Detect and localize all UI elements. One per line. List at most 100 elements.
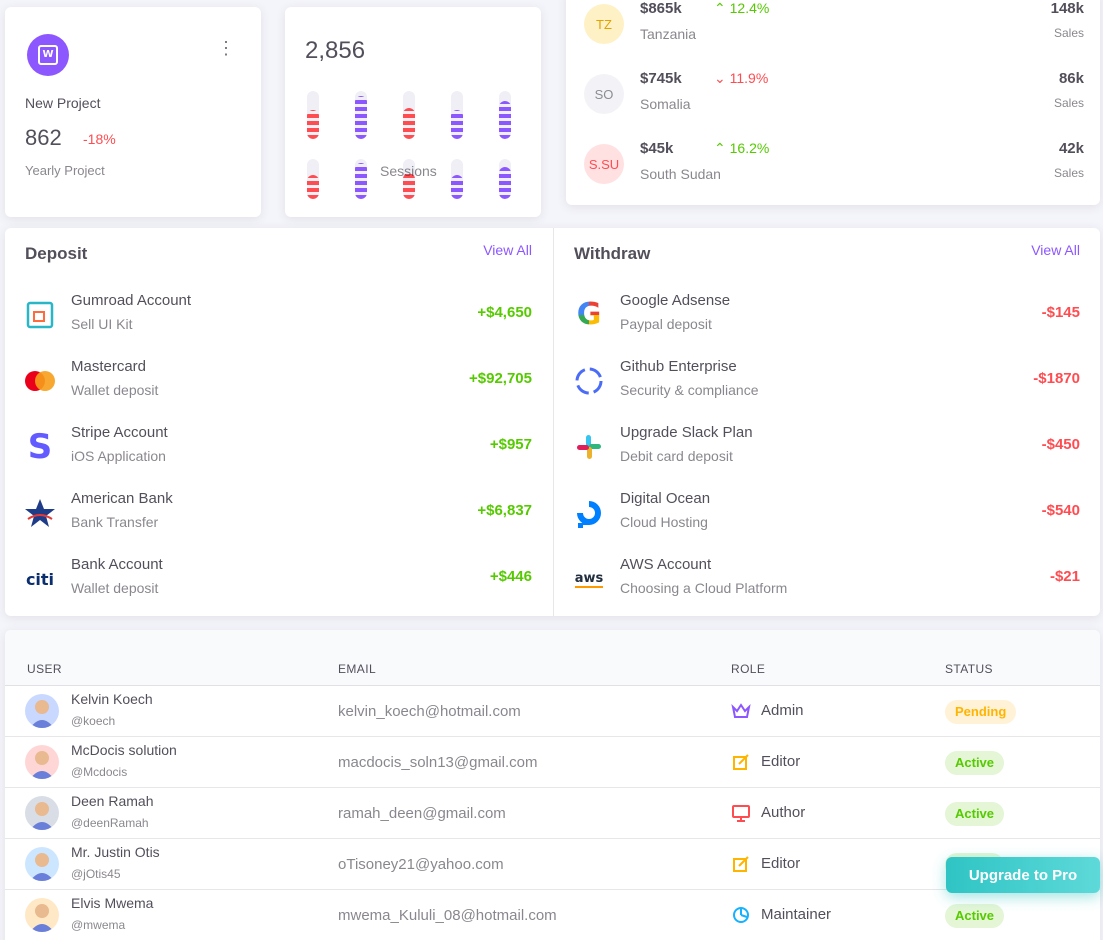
mastercard-logo-icon: [23, 364, 57, 398]
status-badge: Active: [945, 904, 1005, 928]
user-handle: @deenRamah: [71, 816, 149, 830]
sessions-label: Sessions: [380, 163, 437, 179]
session-bar: [499, 91, 511, 139]
session-bar-fill: [355, 163, 367, 199]
user-email: kelvin_koech@hotmail.com: [338, 703, 521, 720]
user-role: Editor: [761, 753, 801, 770]
withdraw-item[interactable]: G Google Adsense Paypal deposit -$145: [572, 290, 1080, 346]
user-email: ramah_deen@gmail.com: [338, 805, 506, 822]
session-bar: [355, 159, 367, 199]
header-email[interactable]: EMAIL: [338, 662, 376, 676]
american-bank-logo-icon: [23, 496, 57, 530]
user-role: Admin: [761, 702, 804, 719]
withdraw-item-amount: -$21: [1049, 568, 1080, 585]
withdraw-item-subtitle: Cloud Hosting: [620, 514, 708, 530]
new-project-card: W ⋮ New Project 862 -18% Yearly Project: [5, 7, 261, 217]
header-role[interactable]: ROLE: [731, 662, 765, 676]
citi-logo-icon: citi: [25, 569, 55, 589]
table-row[interactable]: McDocis solution @Mcdocis macdocis_soln13@…: [5, 737, 1100, 788]
session-bar-fill: [499, 100, 511, 139]
deposit-item[interactable]: citi Bank Account Wallet deposit +$446: [23, 554, 532, 610]
table-header: USER EMAIL ROLE STATUS: [5, 630, 1100, 686]
country-name: Somalia: [640, 96, 691, 112]
withdraw-title: Withdraw: [574, 244, 651, 263]
table-row[interactable]: Kelvin Koech @koech kelvin_koech@hotmail.c…: [5, 686, 1100, 737]
deposit-item-amount: +$92,705: [469, 370, 532, 387]
country-row: S.SU $45k ⌃ 16.2% South Sudan 42k Sales: [584, 130, 1084, 186]
status-badge: Active: [945, 751, 1005, 775]
withdraw-item[interactable]: Github Enterprise Security & compliance …: [572, 356, 1080, 412]
session-bar-fill: [499, 167, 511, 199]
session-bar-fill: [451, 175, 463, 199]
country-sales: 148k: [1050, 0, 1084, 17]
deposit-view-all-link[interactable]: View All: [483, 242, 532, 258]
session-bar-fill: [307, 110, 319, 139]
avatar: [25, 745, 59, 779]
session-bar-fill: [403, 107, 415, 139]
user-name: Kelvin Koech: [71, 691, 153, 707]
upgrade-to-pro-button[interactable]: Upgrade to Pro: [946, 857, 1100, 893]
monitor-icon: [731, 803, 751, 823]
country-amount: $745k: [640, 70, 682, 87]
arrow-down-icon: ⌄: [714, 70, 726, 86]
withdraw-item[interactable]: Upgrade Slack Plan Debit card deposit -$…: [572, 422, 1080, 478]
user-handle: @mwema: [71, 918, 126, 932]
deposit-item[interactable]: S Stripe Account iOS Application +$957: [23, 422, 532, 478]
withdraw-item[interactable]: Digital Ocean Cloud Hosting -$540: [572, 488, 1080, 544]
deposit-item[interactable]: Gumroad Account Sell UI Kit +$4,650: [23, 290, 532, 346]
withdraw-item-title: Digital Ocean: [620, 490, 711, 507]
header-user[interactable]: USER: [27, 662, 62, 676]
header-status[interactable]: STATUS: [945, 662, 993, 676]
deposit-item-title: American Bank: [71, 490, 173, 507]
avatar: [25, 898, 59, 932]
edit-icon: [731, 854, 751, 874]
user-name: Deen Ramah: [71, 793, 154, 809]
briefcase-icon: W: [27, 34, 69, 76]
card-subtitle: Yearly Project: [25, 163, 105, 178]
deposit-item-title: Stripe Account: [71, 424, 168, 441]
edit-icon: [731, 752, 751, 772]
gumroad-logo-icon: [23, 298, 57, 332]
session-bar: [499, 159, 511, 199]
user-handle: @jOtis45: [71, 867, 121, 881]
deposit-item[interactable]: American Bank Bank Transfer +$6,837: [23, 488, 532, 544]
country-sales: 86k: [1058, 70, 1084, 87]
table-row[interactable]: Mr. Justin Otis @jOtis45 oTisoney21@yahoo.…: [5, 839, 1100, 890]
deposit-item-subtitle: Wallet deposit: [71, 382, 159, 398]
card-label: New Project: [25, 95, 101, 111]
deposit-item-amount: +$6,837: [477, 502, 532, 519]
session-bar: [403, 91, 415, 139]
withdraw-item-title: Github Enterprise: [620, 358, 737, 375]
more-options-icon[interactable]: ⋮: [217, 39, 235, 57]
withdraw-item-subtitle: Debit card deposit: [620, 448, 733, 464]
deposit-item-title: Gumroad Account: [71, 292, 192, 309]
chart-icon: [731, 905, 751, 925]
deposit-title: Deposit: [25, 244, 88, 263]
avatar: [25, 796, 59, 830]
table-row[interactable]: Deen Ramah @deenRamah ramah_deen@gmail.com…: [5, 788, 1100, 839]
withdraw-item-title: Upgrade Slack Plan: [620, 424, 753, 441]
trend-down: ⌄ 11.9%: [714, 70, 768, 87]
user-handle: @Mcdocis: [71, 765, 128, 779]
somalia-flag-icon: SO: [584, 74, 624, 114]
user-email: mwema_Kululi_08@hotmail.com: [338, 907, 557, 924]
withdraw-view-all-link[interactable]: View All: [1031, 242, 1080, 258]
country-percent: 11.9%: [729, 70, 769, 86]
user-name: McDocis solution: [71, 742, 177, 758]
session-bar: [307, 159, 319, 199]
deposit-item-title: Bank Account: [71, 556, 163, 573]
github-logo-icon: [572, 364, 606, 398]
deposit-item[interactable]: Mastercard Wallet deposit +$92,705: [23, 356, 532, 412]
user-handle: @koech: [71, 714, 116, 728]
session-bar-fill: [451, 110, 463, 139]
deposit-item-title: Mastercard: [71, 358, 147, 375]
user-name: Elvis Mwema: [71, 895, 154, 911]
withdraw-item[interactable]: aws AWS Account Choosing a Cloud Platfor…: [572, 554, 1080, 610]
arrow-up-icon: ⌃: [714, 0, 726, 16]
table-row[interactable]: Elvis Mwema @mwema mwema_Kululi_08@hotmail…: [5, 890, 1100, 940]
session-bar: [451, 159, 463, 199]
user-role: Author: [761, 804, 806, 821]
country-name: Tanzania: [640, 26, 697, 42]
trend-up: ⌃ 16.2%: [714, 140, 769, 157]
stripe-logo-icon: S: [27, 427, 53, 467]
